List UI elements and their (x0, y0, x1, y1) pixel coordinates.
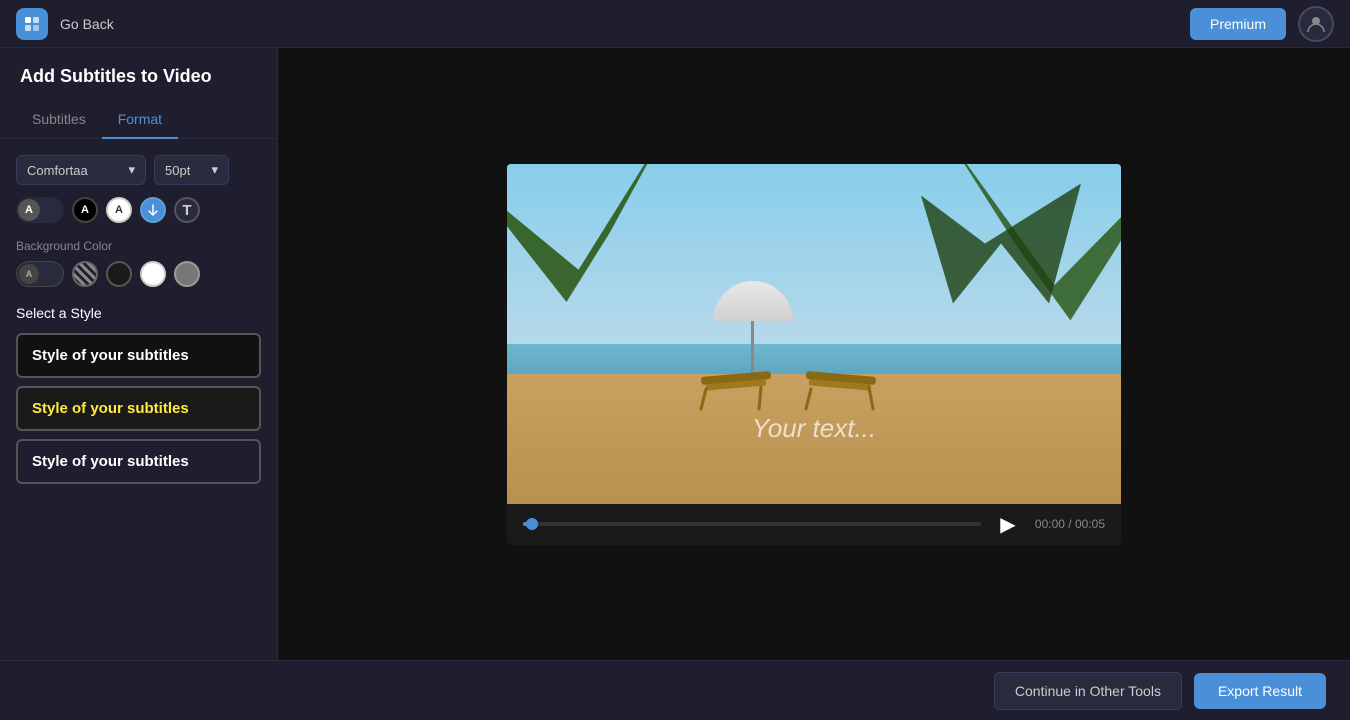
text-color-black[interactable]: A (72, 197, 98, 223)
style-option-1[interactable]: Style of your subtitles (16, 333, 261, 378)
beach-chairs (691, 339, 891, 419)
chevron-down-icon: ▾ (128, 162, 135, 178)
bg-striped-option[interactable] (72, 261, 98, 287)
page-title: Add Subtitles to Video (0, 48, 277, 101)
progress-fill (523, 522, 532, 526)
header: Go Back Premium (0, 0, 1350, 48)
text-align-icon[interactable] (140, 197, 166, 223)
sidebar-content: Comfortaa ▾ 50pt ▾ A A A (0, 139, 277, 660)
bg-color-gray[interactable] (174, 261, 200, 287)
video-controls: ▶ 00:00 / 00:05 (507, 504, 1121, 545)
bg-color-toggle[interactable]: A (16, 261, 64, 287)
video-thumbnail: Your text... (507, 164, 1121, 504)
chevron-down-icon-size: ▾ (211, 162, 218, 178)
go-back-button[interactable]: Go Back (60, 16, 114, 32)
continue-other-tools-button[interactable]: Continue in Other Tools (994, 672, 1182, 710)
text-color-toggle[interactable]: A (16, 197, 64, 223)
export-result-button[interactable]: Export Result (1194, 673, 1326, 709)
progress-bar[interactable] (523, 522, 981, 526)
font-row: Comfortaa ▾ 50pt ▾ (16, 155, 261, 185)
video-container: Your text... ▶ 00:00 / 00:05 (507, 164, 1121, 545)
app-logo (16, 8, 48, 40)
tabs-bar: Subtitles Format (0, 101, 277, 139)
bg-color-white[interactable] (140, 261, 166, 287)
total-time: 00:05 (1075, 517, 1105, 531)
font-size-value: 50pt (165, 163, 190, 178)
bg-color-black[interactable] (106, 261, 132, 287)
footer: Continue in Other Tools Export Result (0, 660, 1350, 720)
background-color-label: Background Color (16, 239, 261, 253)
font-size-select[interactable]: 50pt ▾ (154, 155, 229, 185)
header-right: Premium (1190, 6, 1334, 42)
time-display: 00:00 / 00:05 (1035, 517, 1105, 531)
video-text-overlay: Your text... (507, 413, 1121, 444)
avatar[interactable] (1298, 6, 1334, 42)
main-layout: Add Subtitles to Video Subtitles Format … (0, 48, 1350, 660)
tab-subtitles[interactable]: Subtitles (16, 101, 102, 139)
video-area: Your text... ▶ 00:00 / 00:05 (278, 48, 1350, 660)
text-color-white[interactable]: A (106, 197, 132, 223)
style-option-2[interactable]: Style of your subtitles (16, 386, 261, 431)
play-button[interactable]: ▶ (993, 512, 1023, 537)
premium-button[interactable]: Premium (1190, 8, 1286, 40)
tab-format[interactable]: Format (102, 101, 178, 139)
sidebar: Add Subtitles to Video Subtitles Format … (0, 48, 278, 660)
style-option-3[interactable]: Style of your subtitles (16, 439, 261, 484)
background-color-row: A (16, 261, 261, 287)
progress-dot (526, 518, 538, 530)
font-family-value: Comfortaa (27, 163, 88, 178)
text-style-row: A A A T (16, 197, 261, 223)
current-time: 00:00 (1035, 517, 1065, 531)
umbrella-top (713, 281, 793, 321)
header-left: Go Back (16, 8, 114, 40)
text-format-t[interactable]: T (174, 197, 200, 223)
font-family-select[interactable]: Comfortaa ▾ (16, 155, 146, 185)
select-style-label: Select a Style (16, 305, 261, 321)
time-separator: / (1068, 517, 1075, 531)
